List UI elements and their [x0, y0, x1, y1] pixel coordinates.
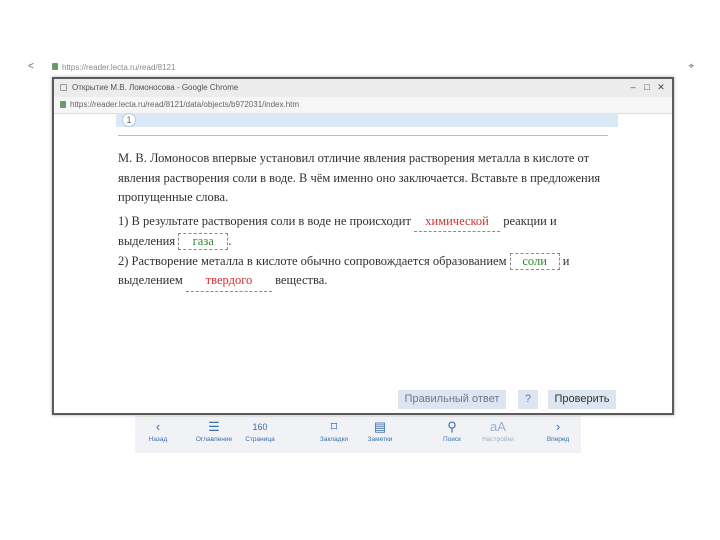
chevron-left-icon: ‹	[155, 419, 161, 434]
close-icon[interactable]: ✕	[654, 81, 668, 94]
window-titlebar: Открытие М.В. Ломоносова - Google Chrome…	[54, 79, 672, 97]
toolbar-search[interactable]: ⚲ Поиск	[429, 419, 475, 444]
window-controls: – □ ✕	[626, 81, 668, 94]
back-arrow-icon[interactable]: <	[28, 61, 34, 72]
lock-icon	[52, 63, 58, 70]
task-intro: М. В. Ломоносов впервые установил отличи…	[118, 151, 601, 204]
chevron-right-icon: ›	[555, 419, 561, 434]
outer-address-bar: < https://reader.lecta.ru/read/8121 ⌖	[22, 60, 698, 76]
task-tab-strip: 1	[116, 113, 618, 127]
list-icon: ☰	[208, 419, 220, 434]
sentence-1: 1) В результате растворения соли в воде …	[118, 212, 557, 250]
secure-lock-icon	[60, 101, 66, 108]
check-button[interactable]: Проверить	[548, 390, 616, 409]
bookmark-icon: ⌑	[330, 419, 338, 434]
task-number-tab[interactable]: 1	[122, 113, 136, 127]
popup-window: Открытие М.В. Ломоносова - Google Chrome…	[52, 77, 674, 415]
toolbar-settings[interactable]: aA Настройки	[475, 419, 521, 444]
maximize-icon[interactable]: □	[640, 81, 654, 94]
notes-icon: ▤	[373, 419, 387, 434]
divider	[118, 135, 608, 136]
toolbar-contents[interactable]: ☰ Оглавление	[191, 419, 237, 444]
task-text: М. В. Ломоносов впервые установил отличи…	[118, 149, 608, 292]
window-title: Открытие М.В. Ломоносова - Google Chrome	[72, 83, 239, 92]
toolbar-forward[interactable]: › Вперед	[535, 419, 581, 444]
window-url[interactable]: https://reader.lecta.ru/read/8121/data/o…	[70, 100, 299, 109]
search-icon: ⚲	[447, 419, 457, 434]
answer-blank-1[interactable]: химической	[414, 212, 501, 232]
show-answer-button[interactable]: Правильный ответ	[398, 390, 506, 409]
window-address-bar: https://reader.lecta.ru/read/8121/data/o…	[54, 97, 672, 114]
toolbar-back[interactable]: ‹ Назад	[135, 419, 181, 444]
reader-toolbar: ‹ Назад ☰ Оглавление 160 Страница ⌑ Закл…	[135, 416, 581, 453]
outer-url[interactable]: https://reader.lecta.ru/read/8121	[62, 63, 175, 72]
page-favicon-icon	[60, 84, 67, 91]
minimize-icon[interactable]: –	[626, 81, 640, 94]
sentence-2: 2) Растворение металла в кислоте обычно …	[118, 252, 608, 292]
help-button[interactable]: ?	[518, 390, 538, 409]
pin-icon[interactable]: ⌖	[688, 61, 694, 72]
answer-blank-2[interactable]: газа	[178, 233, 229, 250]
toolbar-page[interactable]: 160 Страница	[237, 420, 283, 443]
toolbar-bookmarks[interactable]: ⌑ Закладки	[311, 419, 357, 444]
toolbar-notes[interactable]: ▤ Заметки	[357, 419, 403, 444]
font-size-icon: aA	[490, 419, 506, 434]
page-number-icon: 160	[252, 422, 268, 432]
answer-blank-4[interactable]: твердого	[185, 271, 272, 292]
answer-blank-3[interactable]: соли	[509, 252, 560, 270]
